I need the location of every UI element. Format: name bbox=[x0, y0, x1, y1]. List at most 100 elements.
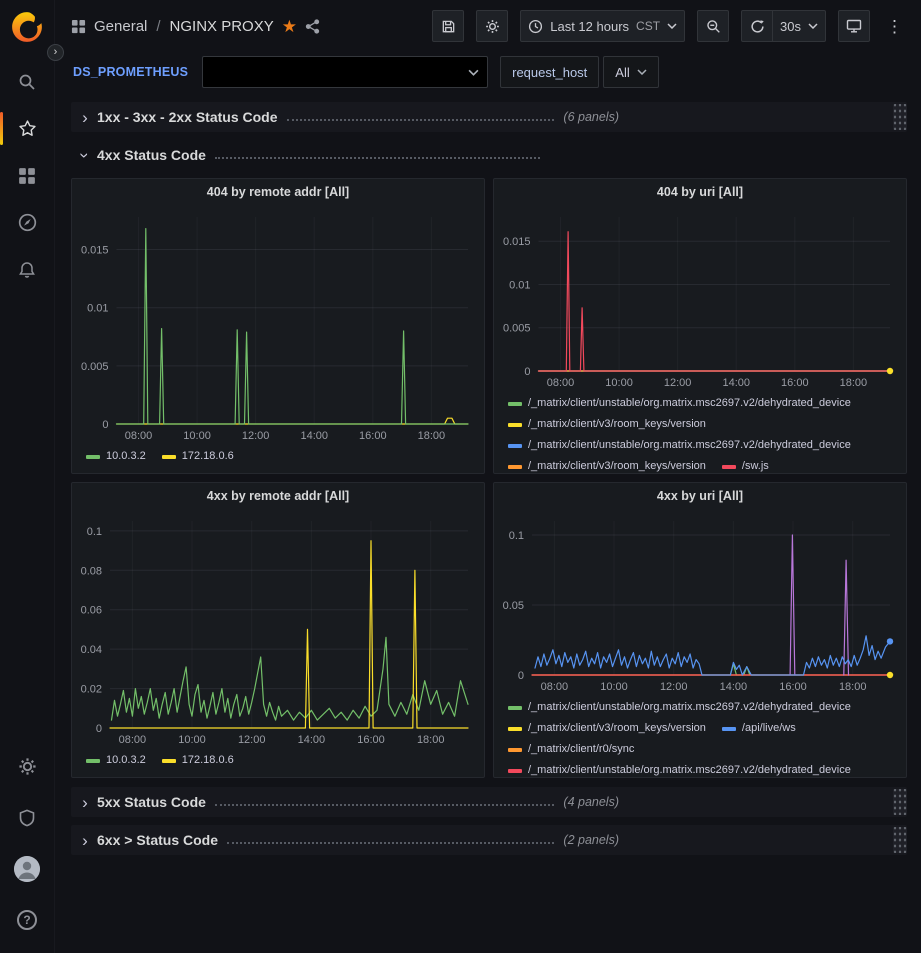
legend-item[interactable]: /_matrix/client/v3/room_keys/version bbox=[508, 718, 706, 739]
legend-item[interactable]: 10.0.3.2 bbox=[86, 446, 146, 467]
breadcrumb-page-title[interactable]: NGINX PROXY bbox=[170, 18, 274, 35]
svg-text:16:00: 16:00 bbox=[359, 430, 387, 442]
breadcrumb-section[interactable]: General bbox=[94, 18, 147, 35]
legend-series-marker bbox=[162, 759, 176, 763]
row-drag-handle[interactable] bbox=[893, 827, 907, 853]
panel-legend: /_matrix/client/unstable/org.matrix.msc2… bbox=[494, 695, 906, 777]
legend-item[interactable]: 172.18.0.6 bbox=[162, 750, 234, 771]
svg-text:12:00: 12:00 bbox=[238, 734, 266, 746]
panel-title: 404 by uri [All] bbox=[657, 185, 743, 199]
request-host-variable-label[interactable]: request_host bbox=[500, 56, 599, 88]
svg-text:14:00: 14:00 bbox=[298, 734, 326, 746]
row-header-1xx-3xx-2xx[interactable]: › 1xx - 3xx - 2xx Status Code (6 panels) bbox=[71, 102, 907, 132]
chevron-right-icon: › bbox=[77, 794, 93, 811]
legend-series-label: /_matrix/client/v3/room_keys/version bbox=[528, 456, 706, 473]
datasource-variable-select[interactable] bbox=[202, 56, 488, 88]
main-area: General / NGINX PROXY ★ Last 12 hours CS… bbox=[55, 0, 921, 953]
legend-series-marker bbox=[722, 727, 736, 731]
legend-item[interactable]: /_matrix/client/unstable/org.matrix.msc2… bbox=[508, 435, 851, 456]
legend-series-marker bbox=[508, 423, 522, 427]
panel-grid: 404 by remote addr [All] 08:0010:0012:00… bbox=[71, 178, 907, 778]
panel-title: 4xx by remote addr [All] bbox=[207, 489, 349, 503]
chevron-down-icon bbox=[808, 23, 818, 29]
legend-item[interactable]: 10.0.3.2 bbox=[86, 750, 146, 771]
sidebar-item-profile[interactable] bbox=[0, 845, 55, 892]
row-title: 5xx Status Code bbox=[97, 794, 206, 810]
refresh-interval-dropdown[interactable]: 30s bbox=[772, 10, 826, 42]
time-range-label: Last 12 hours bbox=[550, 19, 629, 34]
sidebar-item-server-admin[interactable] bbox=[0, 794, 55, 841]
row-left: › 6xx > Status Code (2 panels) bbox=[71, 832, 619, 849]
legend-item[interactable]: /_matrix/client/unstable/org.matrix.msc2… bbox=[508, 760, 851, 777]
sidebar-item-help[interactable]: ? bbox=[0, 896, 55, 943]
time-range-picker[interactable]: Last 12 hours CST bbox=[520, 10, 685, 42]
sidebar-item-starred[interactable] bbox=[0, 105, 55, 152]
cycle-view-button[interactable] bbox=[838, 10, 870, 42]
sidebar-nav-top bbox=[0, 58, 55, 293]
legend-item[interactable]: /api/live/ws bbox=[722, 718, 796, 739]
svg-text:0.06: 0.06 bbox=[81, 605, 102, 617]
panel-header[interactable]: 4xx by uri [All] bbox=[494, 483, 906, 509]
svg-text:0.01: 0.01 bbox=[509, 279, 530, 291]
favorite-star-icon[interactable]: ★ bbox=[282, 18, 297, 35]
legend-item[interactable]: /_matrix/client/v3/room_keys/version bbox=[508, 456, 706, 473]
dashboard-panel: 404 by uri [All] 08:0010:0012:0014:0016:… bbox=[493, 178, 907, 474]
svg-text:10:00: 10:00 bbox=[183, 430, 211, 442]
row-left: › 4xx Status Code bbox=[71, 147, 549, 164]
row-drag-handle[interactable] bbox=[893, 104, 907, 130]
panel-title: 4xx by uri [All] bbox=[657, 489, 743, 503]
sidebar-item-alerting[interactable] bbox=[0, 246, 55, 293]
time-series-chart: 08:0010:0012:0014:0016:0018:0000.050.1 bbox=[494, 509, 906, 695]
template-variables-bar: DS_PROMETHEUS request_host All bbox=[55, 52, 921, 96]
svg-text:14:00: 14:00 bbox=[722, 377, 750, 389]
gear-icon bbox=[18, 757, 37, 776]
svg-text:0.01: 0.01 bbox=[87, 303, 108, 315]
save-dashboard-button[interactable] bbox=[432, 10, 464, 42]
svg-text:0.015: 0.015 bbox=[81, 245, 109, 257]
star-icon bbox=[18, 119, 37, 138]
svg-text:0.02: 0.02 bbox=[81, 684, 102, 696]
svg-text:0.005: 0.005 bbox=[503, 323, 531, 335]
svg-text:08:00: 08:00 bbox=[125, 430, 153, 442]
request-host-variable-select[interactable]: All bbox=[603, 56, 658, 88]
user-avatar bbox=[14, 856, 40, 882]
topbar-actions: Last 12 hours CST 30s bbox=[432, 10, 907, 42]
row-header-5xx[interactable]: › 5xx Status Code (4 panels) bbox=[71, 787, 907, 817]
sidebar-expand-button[interactable]: › bbox=[47, 44, 64, 61]
legend-item[interactable]: /_matrix/client/v3/room_keys/version bbox=[508, 414, 706, 435]
row-header-6xx[interactable]: › 6xx > Status Code (2 panels) bbox=[71, 825, 907, 855]
svg-text:18:00: 18:00 bbox=[417, 734, 445, 746]
panel-header[interactable]: 404 by uri [All] bbox=[494, 179, 906, 205]
timezone-label: CST bbox=[636, 19, 660, 33]
row-panel-count: (4 panels) bbox=[563, 795, 619, 809]
grafana-logo[interactable] bbox=[10, 10, 44, 44]
sidebar-item-explore[interactable] bbox=[0, 199, 55, 246]
monitor-icon bbox=[846, 18, 862, 34]
legend-item[interactable]: /_matrix/client/unstable/org.matrix.msc2… bbox=[508, 697, 851, 718]
row-drag-handle[interactable] bbox=[893, 789, 907, 815]
sidebar-item-search[interactable] bbox=[0, 58, 55, 105]
legend-item[interactable]: /_matrix/client/r0/sync bbox=[508, 739, 634, 760]
panel-header[interactable]: 404 by remote addr [All] bbox=[72, 179, 484, 205]
panel-header[interactable]: 4xx by remote addr [All] bbox=[72, 483, 484, 509]
refresh-button[interactable] bbox=[741, 10, 773, 42]
dashboard-settings-button[interactable] bbox=[476, 10, 508, 42]
legend-item[interactable]: 172.18.0.6 bbox=[162, 446, 234, 467]
legend-item[interactable]: /_matrix/client/unstable/org.matrix.msc2… bbox=[508, 393, 851, 414]
share-icon[interactable] bbox=[305, 19, 320, 34]
datasource-variable-label[interactable]: DS_PROMETHEUS bbox=[71, 65, 190, 79]
kebab-menu-button[interactable]: ⋮ bbox=[882, 10, 907, 42]
svg-text:0.08: 0.08 bbox=[81, 565, 102, 577]
svg-text:08:00: 08:00 bbox=[541, 681, 569, 693]
legend-series-marker bbox=[508, 706, 522, 710]
row-header-4xx[interactable]: › 4xx Status Code bbox=[71, 140, 907, 170]
legend-series-label: /_matrix/client/unstable/org.matrix.msc2… bbox=[528, 697, 851, 718]
zoom-out-button[interactable] bbox=[697, 10, 729, 42]
breadcrumb-separator: / bbox=[156, 18, 160, 35]
legend-item[interactable]: /sw.js bbox=[722, 456, 769, 473]
sidebar-item-dashboards[interactable] bbox=[0, 152, 55, 199]
row-left: › 1xx - 3xx - 2xx Status Code (6 panels) bbox=[71, 109, 619, 126]
sidebar-item-configuration[interactable] bbox=[0, 743, 55, 790]
refresh-interval-value: 30s bbox=[780, 19, 801, 34]
svg-text:0.005: 0.005 bbox=[81, 361, 109, 373]
